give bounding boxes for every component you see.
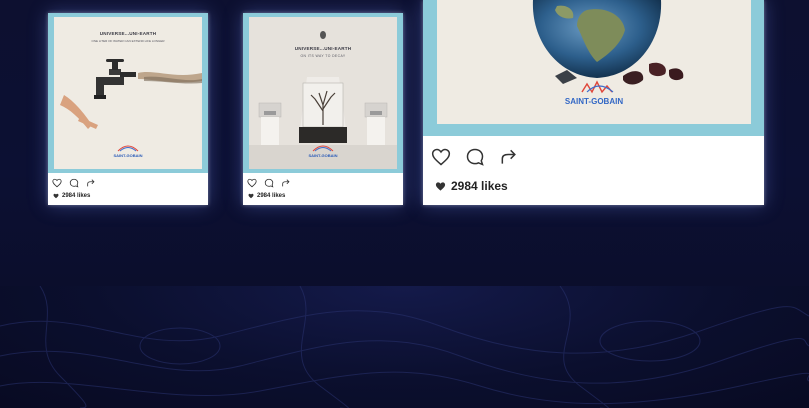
poster-subtitle: ON ITS WAY TO DECAY: [300, 54, 346, 58]
brand-logo: SAINT-GOBAIN: [308, 153, 338, 158]
likes-count: 2984 likes: [248, 193, 285, 199]
poster-image-tree[interactable]: UNIVERSE...UNI-EARTH ON ITS WAY TO DECAY…: [249, 17, 397, 169]
heart-icon[interactable]: [52, 178, 62, 188]
likes-count: 2984 likes: [435, 179, 508, 193]
brand-logo: SAINT-GOBAIN: [564, 97, 624, 106]
post-actions: [247, 178, 291, 188]
likes-label: 2984 likes: [257, 193, 286, 199]
heart-filled-icon: [248, 193, 254, 199]
post-actions: [52, 178, 96, 188]
gallery-illustration: [249, 31, 397, 169]
contour-pattern: [0, 286, 809, 408]
heart-icon[interactable]: [247, 178, 257, 188]
comment-icon[interactable]: [69, 178, 79, 188]
poster-image-globe[interactable]: SAINT-GOBAIN: [437, 0, 751, 124]
likes-label: 2984 likes: [62, 193, 91, 199]
post-actions: [431, 147, 519, 167]
share-icon[interactable]: [86, 178, 96, 188]
post-card-1[interactable]: UNIVERSE...UNI-EARTH ONE LITER OF WATER …: [48, 13, 208, 205]
poster-title: UNIVERSE...UNI-EARTH: [294, 46, 352, 51]
post-card-3[interactable]: SAINT-GOBAIN 2984 likes: [423, 0, 764, 205]
faucet-illustration: [60, 59, 202, 152]
likes-label: 2984 likes: [451, 179, 508, 193]
post-card-2[interactable]: UNIVERSE...UNI-EARTH ON ITS WAY TO DECAY…: [243, 13, 403, 205]
heart-filled-icon: [53, 193, 59, 199]
comment-icon[interactable]: [264, 178, 274, 188]
heart-icon[interactable]: [431, 147, 451, 167]
brand-logo: SAINT-GOBAIN: [113, 153, 143, 158]
poster-image-faucet[interactable]: UNIVERSE...UNI-EARTH ONE LITER OF WATER …: [54, 17, 202, 169]
share-icon[interactable]: [281, 178, 291, 188]
likes-count: 2984 likes: [53, 193, 90, 199]
share-icon[interactable]: [499, 147, 519, 167]
comment-icon[interactable]: [465, 147, 485, 167]
heart-filled-icon: [435, 181, 446, 191]
